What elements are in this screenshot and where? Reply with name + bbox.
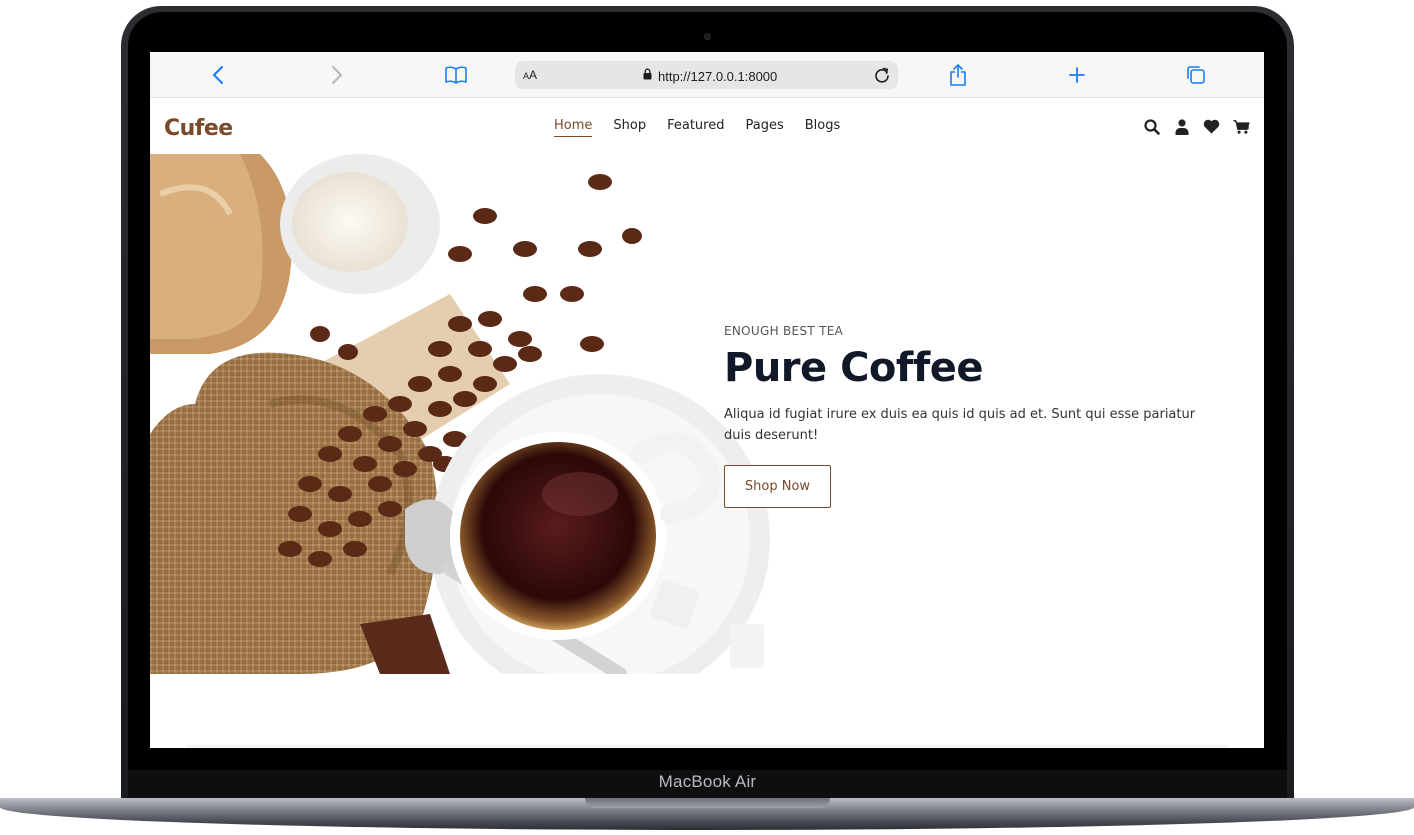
browser-toolbar: AA http://127.0.0.1:8000 (150, 52, 1264, 98)
address-bar[interactable]: AA http://127.0.0.1:8000 (515, 61, 898, 89)
device-mockup: MacBook Air AA http://127.0.0.1:8000 Cuf… (0, 0, 1414, 835)
search-icon[interactable] (1143, 118, 1160, 135)
reload-icon[interactable] (872, 65, 892, 85)
share-icon[interactable] (947, 64, 969, 86)
hero-description: Aliqua id fugiat irure ex duis ea quis i… (724, 407, 1196, 443)
nav-item-home[interactable]: Home (554, 118, 593, 137)
hero-content: ENOUGH BEST TEA Pure Coffee Aliqua id fu… (724, 324, 1224, 508)
hero-section: ENOUGH BEST TEA Pure Coffee Aliqua id fu… (150, 154, 1264, 674)
url-text: http://127.0.0.1:8000 (658, 68, 778, 84)
shop-now-button[interactable]: Shop Now (724, 465, 831, 508)
nav-item-featured[interactable]: Featured (667, 118, 724, 137)
user-icon[interactable] (1173, 118, 1190, 135)
cart-icon[interactable] (1233, 118, 1250, 135)
nav-item-pages[interactable]: Pages (745, 118, 783, 137)
site-header: Cufee Home Shop Featured Pages Blogs (150, 98, 1264, 154)
new-tab-icon[interactable] (1066, 64, 1088, 86)
main-nav: Home Shop Featured Pages Blogs (554, 118, 840, 137)
laptop-notch (585, 798, 830, 808)
section-divider (186, 744, 1228, 747)
forward-icon[interactable] (326, 64, 348, 86)
model-label: MacBook Air (658, 772, 757, 791)
camera-icon (704, 33, 711, 40)
hero-title: Pure Coffee (724, 345, 983, 391)
lock-icon (643, 67, 652, 85)
back-icon[interactable] (207, 64, 229, 86)
heart-icon[interactable] (1203, 118, 1220, 135)
browser-screen: AA http://127.0.0.1:8000 Cufee Home Shop… (150, 52, 1264, 748)
hero-coffee-image (150, 154, 772, 674)
nav-item-blogs[interactable]: Blogs (805, 118, 841, 137)
nav-item-shop[interactable]: Shop (613, 118, 646, 137)
tabs-icon[interactable] (1185, 64, 1207, 86)
text-size-button[interactable]: AA (523, 68, 537, 82)
bookmarks-icon[interactable] (445, 64, 467, 86)
header-actions (1143, 118, 1250, 135)
hero-eyebrow: ENOUGH BEST TEA (724, 324, 844, 338)
site-logo[interactable]: Cufee (164, 116, 233, 141)
